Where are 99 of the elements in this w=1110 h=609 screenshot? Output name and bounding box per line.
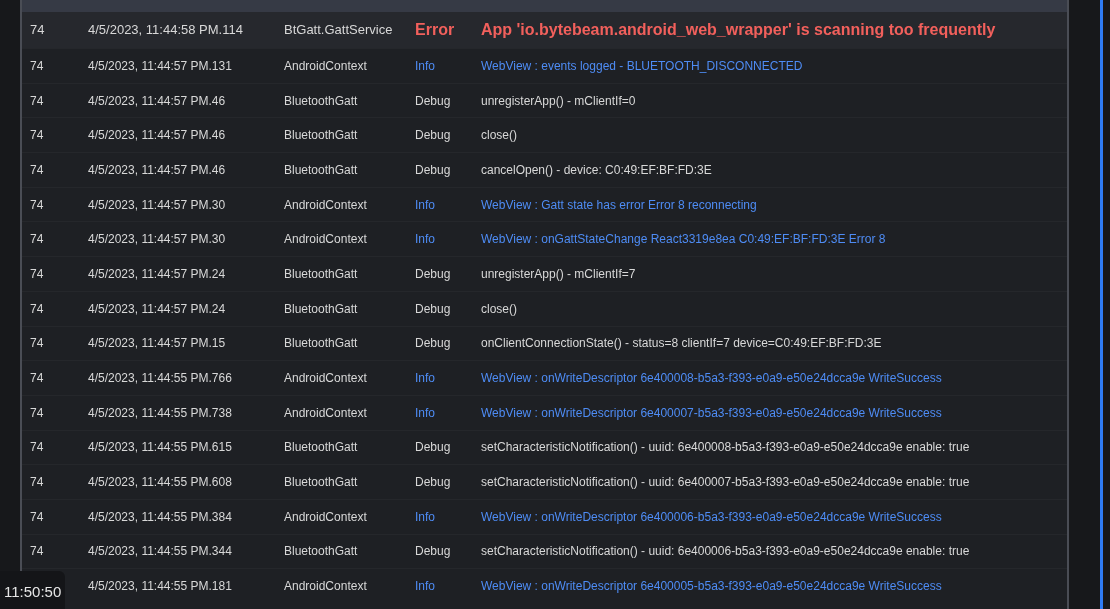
tag-cell: BluetoothGatt bbox=[284, 266, 358, 281]
level-cell: Info bbox=[415, 58, 435, 73]
message-cell: setCharacteristicNotification() - uuid: 6e400007-b5a3-f393-e0a9-e50e24dcca9e enable: true bbox=[481, 475, 970, 490]
log-row[interactable]: 74 4/5/2023, 11:44:55 PM.608 BluetoothGatt Debug setCharacteristicNotification() - uuid: 6e400007-b5a3-f393-e0a9-e50e24dcca9e enable: true bbox=[22, 464, 1067, 499]
timestamp-cell: 4/5/2023, 11:44:57 PM.131 bbox=[88, 58, 232, 73]
message-cell: close() bbox=[481, 128, 517, 143]
level-cell: Info bbox=[415, 371, 435, 386]
tag-cell: BluetoothGatt bbox=[284, 162, 358, 177]
timestamp-cell: 4/5/2023, 11:44:57 PM.30 bbox=[88, 232, 226, 247]
id-cell: 74 bbox=[30, 93, 44, 108]
level-cell: Debug bbox=[415, 544, 451, 559]
log-row[interactable]: 74 4/5/2023, 11:44:57 PM.15 BluetoothGatt Debug onClientConnectionState() - status=8 clientIf=7 device=C0:49:EF:BF:FD:3E bbox=[22, 325, 1067, 361]
log-row[interactable]: 74 4/5/2023, 11:44:55 PM.766 AndroidContext Info WebView : onWriteDescriptor 6e400008-b5a3-f393-e0a9-e50e24dcca9e WriteSuccess bbox=[22, 360, 1067, 395]
message-cell: WebView : onGattStateChange React3319e8ea C0:49:EF:BF:FD:3E Error 8 bbox=[481, 232, 886, 247]
level-cell: Debug bbox=[415, 440, 451, 455]
timestamp-cell: 4/5/2023, 11:44:57 PM.46 bbox=[88, 93, 226, 108]
id-cell: 74 bbox=[30, 301, 44, 316]
log-row[interactable]: 74 4/5/2023, 11:44:57 PM.131 AndroidContext Info WebView : events logged - BLUETOOTH_DISCONNECTED bbox=[22, 48, 1067, 83]
timestamp-cell: 4/5/2023, 11:44:57 PM.46 bbox=[88, 162, 226, 177]
id-cell: 74 bbox=[30, 405, 44, 420]
id-cell: 74 bbox=[30, 371, 44, 386]
timestamp-cell: 4/5/2023, 11:44:55 PM.181 bbox=[88, 579, 232, 594]
id-cell: 74 bbox=[30, 266, 44, 281]
tag-cell: BluetoothGatt bbox=[284, 93, 358, 108]
id-cell: 74 bbox=[30, 440, 44, 455]
log-row[interactable]: 74 4/5/2023, 11:44:57 PM.24 BluetoothGatt Debug unregisterApp() - mClientIf=7 bbox=[22, 256, 1067, 291]
timestamp-cell: 4/5/2023, 11:44:55 PM.344 bbox=[88, 544, 232, 559]
tag-cell: BtGatt.GattService bbox=[284, 22, 393, 38]
tag-cell: BluetoothGatt bbox=[284, 128, 358, 143]
message-cell: WebView : onWriteDescriptor 6e400006-b5a3-f393-e0a9-e50e24dcca9e WriteSuccess bbox=[481, 509, 942, 524]
log-row[interactable]: 74 4/5/2023, 11:44:57 PM.46 BluetoothGatt Debug unregisterApp() - mClientIf=0 bbox=[22, 82, 1067, 118]
timestamp-cell: 4/5/2023, 11:44:57 PM.30 bbox=[88, 197, 226, 212]
timestamp-cell: 4/5/2023, 11:44:58 PM.114 bbox=[88, 22, 243, 38]
log-row[interactable]: 74 4/5/2023, 11:44:55 PM.615 BluetoothGatt Debug setCharacteristicNotification() - uuid: 6e400008-b5a3-f393-e0a9-e50e24dcca9e enable: true bbox=[22, 429, 1067, 465]
tag-cell: AndroidContext bbox=[284, 509, 367, 524]
log-row[interactable]: 74 4/5/2023, 11:44:57 PM.30 AndroidContext Info WebView : onGattStateChange React3319e8ea C0:49:EF:BF:FD:3E Error 8 bbox=[22, 221, 1067, 257]
message-cell: unregisterApp() - mClientIf=7 bbox=[481, 266, 636, 281]
level-cell: Info bbox=[415, 579, 435, 594]
level-cell: Info bbox=[415, 509, 435, 524]
timestamp-cell: 4/5/2023, 11:44:55 PM.615 bbox=[88, 440, 232, 455]
level-cell: Info bbox=[415, 232, 435, 247]
log-row[interactable]: 74 4/5/2023, 11:44:57 PM.46 BluetoothGatt Debug close() bbox=[22, 117, 1067, 153]
timestamp-cell: 4/5/2023, 11:44:55 PM.384 bbox=[88, 509, 232, 524]
message-cell: onClientConnectionState() - status=8 clientIf=7 device=C0:49:EF:BF:FD:3E bbox=[481, 336, 882, 351]
tag-cell: BluetoothGatt bbox=[284, 544, 358, 559]
id-cell: 74 bbox=[30, 544, 44, 559]
tag-cell: BluetoothGatt bbox=[284, 440, 358, 455]
timestamp-cell: 4/5/2023, 11:44:55 PM.738 bbox=[88, 405, 232, 420]
id-cell: 74 bbox=[30, 58, 44, 73]
message-cell: unregisterApp() - mClientIf=0 bbox=[481, 93, 636, 108]
id-cell: 74 bbox=[30, 509, 44, 524]
level-cell: Debug bbox=[415, 128, 451, 143]
log-row[interactable]: 74 4/5/2023, 11:44:57 PM.30 AndroidContext Info WebView : Gatt state has error Error 8 reconnecting bbox=[22, 186, 1067, 222]
message-cell: App 'io.bytebeam.android_web_wrapper' is scanning too frequently bbox=[481, 21, 996, 38]
message-cell: WebView : events logged - BLUETOOTH_DISCONNECTED bbox=[481, 58, 803, 73]
log-row[interactable]: 74 4/5/2023, 11:44:57 PM.24 BluetoothGatt Debug close() bbox=[22, 290, 1067, 326]
message-cell: WebView : onWriteDescriptor 6e400008-b5a3-f393-e0a9-e50e24dcca9e WriteSuccess bbox=[481, 371, 942, 386]
log-row[interactable]: 74 4/5/2023, 11:44:57 PM.46 BluetoothGatt Debug cancelOpen() - device: C0:49:EF:BF:FD:3E bbox=[22, 152, 1067, 187]
message-cell: setCharacteristicNotification() - uuid: 6e400006-b5a3-f393-e0a9-e50e24dcca9e enable: true bbox=[481, 544, 970, 559]
tag-cell: AndroidContext bbox=[284, 197, 367, 212]
log-row[interactable]: 74 4/5/2023, 11:44:55 PM.738 AndroidContext Info WebView : onWriteDescriptor 6e400007-b5a3-f393-e0a9-e50e24dcca9e WriteSuccess bbox=[22, 394, 1067, 430]
tag-cell: AndroidContext bbox=[284, 232, 367, 247]
message-cell: WebView : Gatt state has error Error 8 reconnecting bbox=[481, 197, 757, 212]
id-cell: 74 bbox=[30, 22, 45, 38]
message-cell: close() bbox=[481, 301, 517, 316]
id-cell: 74 bbox=[30, 197, 44, 212]
level-cell: Debug bbox=[415, 336, 451, 351]
level-cell: Debug bbox=[415, 266, 451, 281]
level-cell: Error bbox=[415, 21, 455, 38]
timestamp-cell: 4/5/2023, 11:44:57 PM.24 bbox=[88, 301, 226, 316]
timestamp-cell: 4/5/2023, 11:44:57 PM.24 bbox=[88, 266, 226, 281]
level-cell: Debug bbox=[415, 475, 451, 490]
level-cell: Debug bbox=[415, 301, 451, 316]
tag-cell: AndroidContext bbox=[284, 58, 367, 73]
tag-cell: BluetoothGatt bbox=[284, 301, 358, 316]
timestamp-cell: 4/5/2023, 11:44:55 PM.608 bbox=[88, 475, 232, 490]
id-cell: 74 bbox=[30, 162, 44, 177]
tag-cell: AndroidContext bbox=[284, 371, 367, 386]
level-cell: Info bbox=[415, 197, 435, 212]
id-cell: 74 bbox=[30, 336, 44, 351]
timestamp-cell: 4/5/2023, 11:44:57 PM.46 bbox=[88, 128, 226, 143]
timestamp-cell: 4/5/2023, 11:44:57 PM.15 bbox=[88, 336, 226, 351]
timestamp-cell: 4/5/2023, 11:44:55 PM.766 bbox=[88, 371, 232, 386]
tag-cell: AndroidContext bbox=[284, 579, 367, 594]
tag-cell: AndroidContext bbox=[284, 405, 367, 420]
message-cell: WebView : onWriteDescriptor 6e400005-b5a3-f393-e0a9-e50e24dcca9e WriteSuccess bbox=[481, 579, 942, 594]
tag-cell: BluetoothGatt bbox=[284, 336, 358, 351]
level-cell: Info bbox=[415, 405, 435, 420]
id-cell: 74 bbox=[30, 128, 44, 143]
log-row[interactable]: 74 4/5/2023, 11:44:55 PM.344 BluetoothGatt Debug setCharacteristicNotification() - uuid: 6e400006-b5a3-f393-e0a9-e50e24dcca9e enable: true bbox=[22, 533, 1067, 569]
id-cell: 74 bbox=[30, 232, 44, 247]
level-cell: Debug bbox=[415, 93, 451, 108]
id-cell: 74 bbox=[30, 475, 44, 490]
tag-cell: BluetoothGatt bbox=[284, 475, 358, 490]
message-cell: WebView : onWriteDescriptor 6e400007-b5a3-f393-e0a9-e50e24dcca9e WriteSuccess bbox=[481, 405, 942, 420]
message-cell: setCharacteristicNotification() - uuid: 6e400008-b5a3-f393-e0a9-e50e24dcca9e enable: true bbox=[481, 440, 970, 455]
message-cell: cancelOpen() - device: C0:49:EF:BF:FD:3E bbox=[481, 162, 712, 177]
level-cell: Debug bbox=[415, 162, 451, 177]
log-row[interactable]: 74 4/5/2023, 11:44:55 PM.384 AndroidContext Info WebView : onWriteDescriptor 6e400006-b5a3-f393-e0a9-e50e24dcca9e WriteSuccess bbox=[22, 498, 1067, 534]
